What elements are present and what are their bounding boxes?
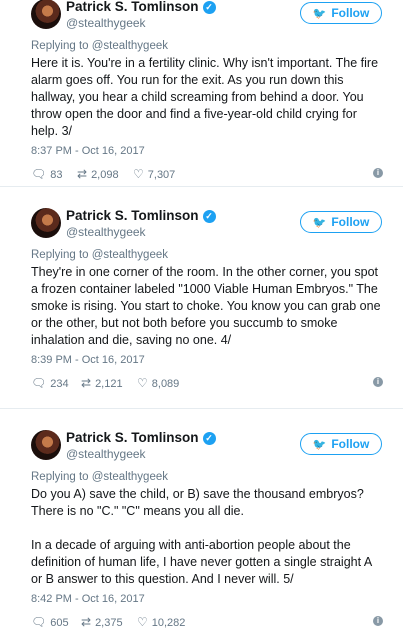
- tweet-text: Here it is. You're in a fertility clinic…: [31, 56, 379, 138]
- twitter-bird-icon: 🐦: [312, 217, 327, 229]
- retweet-action[interactable]: ⇄ 2,375: [81, 615, 123, 629]
- like-action[interactable]: ♡ 10,282: [137, 615, 185, 629]
- replying-to: Replying to @stealthygeek: [31, 249, 386, 261]
- heart-icon: ♡: [133, 167, 144, 181]
- tweet-card: Patrick S. Tomlinson ✓ @stealthygeek 🐦 Fol…: [0, 422, 403, 640]
- reply-count: 605: [50, 617, 69, 629]
- retweet-action[interactable]: ⇄ 2,098: [77, 167, 119, 181]
- tweet-timestamp[interactable]: 8:42 PM - Oct 16, 2017: [31, 593, 386, 605]
- replying-handle-link[interactable]: @stealthygeek: [92, 40, 168, 52]
- like-count: 10,282: [151, 617, 186, 629]
- reply-action[interactable]: 🗨 234: [31, 376, 69, 390]
- tweet-text: Do you A) save the child, or B) save the…: [31, 487, 372, 586]
- retweet-icon: ⇄: [77, 167, 88, 181]
- tweet-card: Patrick S. Tomlinson ✓ @stealthygeek 🐦 Fol…: [0, 200, 403, 400]
- follow-button[interactable]: 🐦 Follow: [300, 433, 382, 455]
- retweet-icon: ⇄: [81, 615, 92, 629]
- tweet-actions: 🗨 234 ⇄ 2,121 ♡ 8,089 i: [31, 376, 386, 394]
- retweet-action[interactable]: ⇄ 2,121: [81, 376, 123, 390]
- verified-badge-icon: ✓: [202, 1, 216, 14]
- info-icon[interactable]: i: [373, 616, 383, 626]
- tweet-body: Replying to @stealthygeek Do you A) save…: [31, 471, 386, 633]
- reply-count: 83: [50, 169, 63, 181]
- reply-icon: 🗨: [31, 615, 47, 629]
- author-name[interactable]: Patrick S. Tomlinson ✓: [66, 430, 216, 445]
- reply-count: 234: [50, 378, 69, 390]
- tweet-header: Patrick S. Tomlinson ✓ @stealthygeek 🐦 Fol…: [0, 0, 403, 40]
- author-name-text[interactable]: Patrick S. Tomlinson: [66, 208, 199, 223]
- reply-action[interactable]: 🗨 605: [31, 615, 69, 629]
- tweet-actions: 🗨 83 ⇄ 2,098 ♡ 7,307 i: [31, 167, 386, 185]
- reply-icon: 🗨: [31, 376, 47, 390]
- info-icon[interactable]: i: [373, 168, 383, 178]
- verified-badge-icon: ✓: [202, 210, 216, 223]
- follow-label: Follow: [331, 215, 370, 229]
- retweet-count: 2,121: [95, 378, 123, 390]
- replying-to: Replying to @stealthygeek: [31, 471, 386, 483]
- avatar[interactable]: [31, 0, 61, 29]
- like-count: 7,307: [147, 169, 176, 181]
- tweet-header: Patrick S. Tomlinson ✓ @stealthygeek 🐦 Fol…: [0, 200, 403, 240]
- follow-button[interactable]: 🐦 Follow: [300, 211, 382, 233]
- tweet-card: Patrick S. Tomlinson ✓ @stealthygeek 🐦 Fol…: [0, 0, 403, 181]
- twitter-bird-icon: 🐦: [312, 439, 327, 451]
- author-handle[interactable]: @stealthygeek: [66, 225, 146, 239]
- replying-prefix: Replying to: [31, 249, 89, 261]
- follow-label: Follow: [331, 437, 370, 451]
- author-name-text[interactable]: Patrick S. Tomlinson: [66, 430, 199, 445]
- verified-badge-icon: ✓: [202, 432, 216, 445]
- tweet-body: Replying to @stealthygeek They're in one…: [31, 249, 386, 394]
- tweet-body: Replying to @stealthygeek Here it is. Yo…: [31, 40, 386, 185]
- replying-prefix: Replying to: [31, 471, 89, 483]
- tweet-text: They're in one corner of the room. In th…: [31, 265, 381, 347]
- follow-label: Follow: [331, 6, 370, 20]
- info-icon[interactable]: i: [373, 377, 383, 387]
- author-handle[interactable]: @stealthygeek: [66, 447, 146, 461]
- retweet-count: 2,375: [95, 617, 123, 629]
- heart-icon: ♡: [137, 615, 148, 629]
- avatar[interactable]: [31, 208, 61, 238]
- retweet-icon: ⇄: [81, 376, 92, 390]
- follow-button[interactable]: 🐦 Follow: [300, 2, 382, 24]
- tweet-timestamp[interactable]: 8:37 PM - Oct 16, 2017: [31, 145, 386, 157]
- replying-to: Replying to @stealthygeek: [31, 40, 386, 52]
- reply-action[interactable]: 🗨 83: [31, 167, 62, 181]
- tweet-timestamp[interactable]: 8:39 PM - Oct 16, 2017: [31, 354, 386, 366]
- like-count: 8,089: [151, 378, 180, 390]
- reply-icon: 🗨: [31, 167, 47, 181]
- divider: [0, 186, 403, 187]
- replying-handle-link[interactable]: @stealthygeek: [92, 249, 168, 261]
- replying-prefix: Replying to: [31, 40, 89, 52]
- tweet-actions: 🗨 605 ⇄ 2,375 ♡ 10,282 i: [31, 615, 386, 633]
- author-name[interactable]: Patrick S. Tomlinson ✓: [66, 208, 216, 223]
- tweet-header: Patrick S. Tomlinson ✓ @stealthygeek 🐦 Fol…: [0, 422, 403, 462]
- author-handle[interactable]: @stealthygeek: [66, 16, 146, 30]
- like-action[interactable]: ♡ 8,089: [137, 376, 179, 390]
- author-name[interactable]: Patrick S. Tomlinson ✓: [66, 0, 216, 14]
- replying-handle-link[interactable]: @stealthygeek: [92, 471, 168, 483]
- avatar[interactable]: [31, 430, 61, 460]
- retweet-count: 2,098: [91, 169, 119, 181]
- like-action[interactable]: ♡ 7,307: [133, 167, 175, 181]
- divider: [0, 408, 403, 409]
- heart-icon: ♡: [137, 376, 148, 390]
- twitter-bird-icon: 🐦: [312, 8, 327, 20]
- author-name-text[interactable]: Patrick S. Tomlinson: [66, 0, 199, 14]
